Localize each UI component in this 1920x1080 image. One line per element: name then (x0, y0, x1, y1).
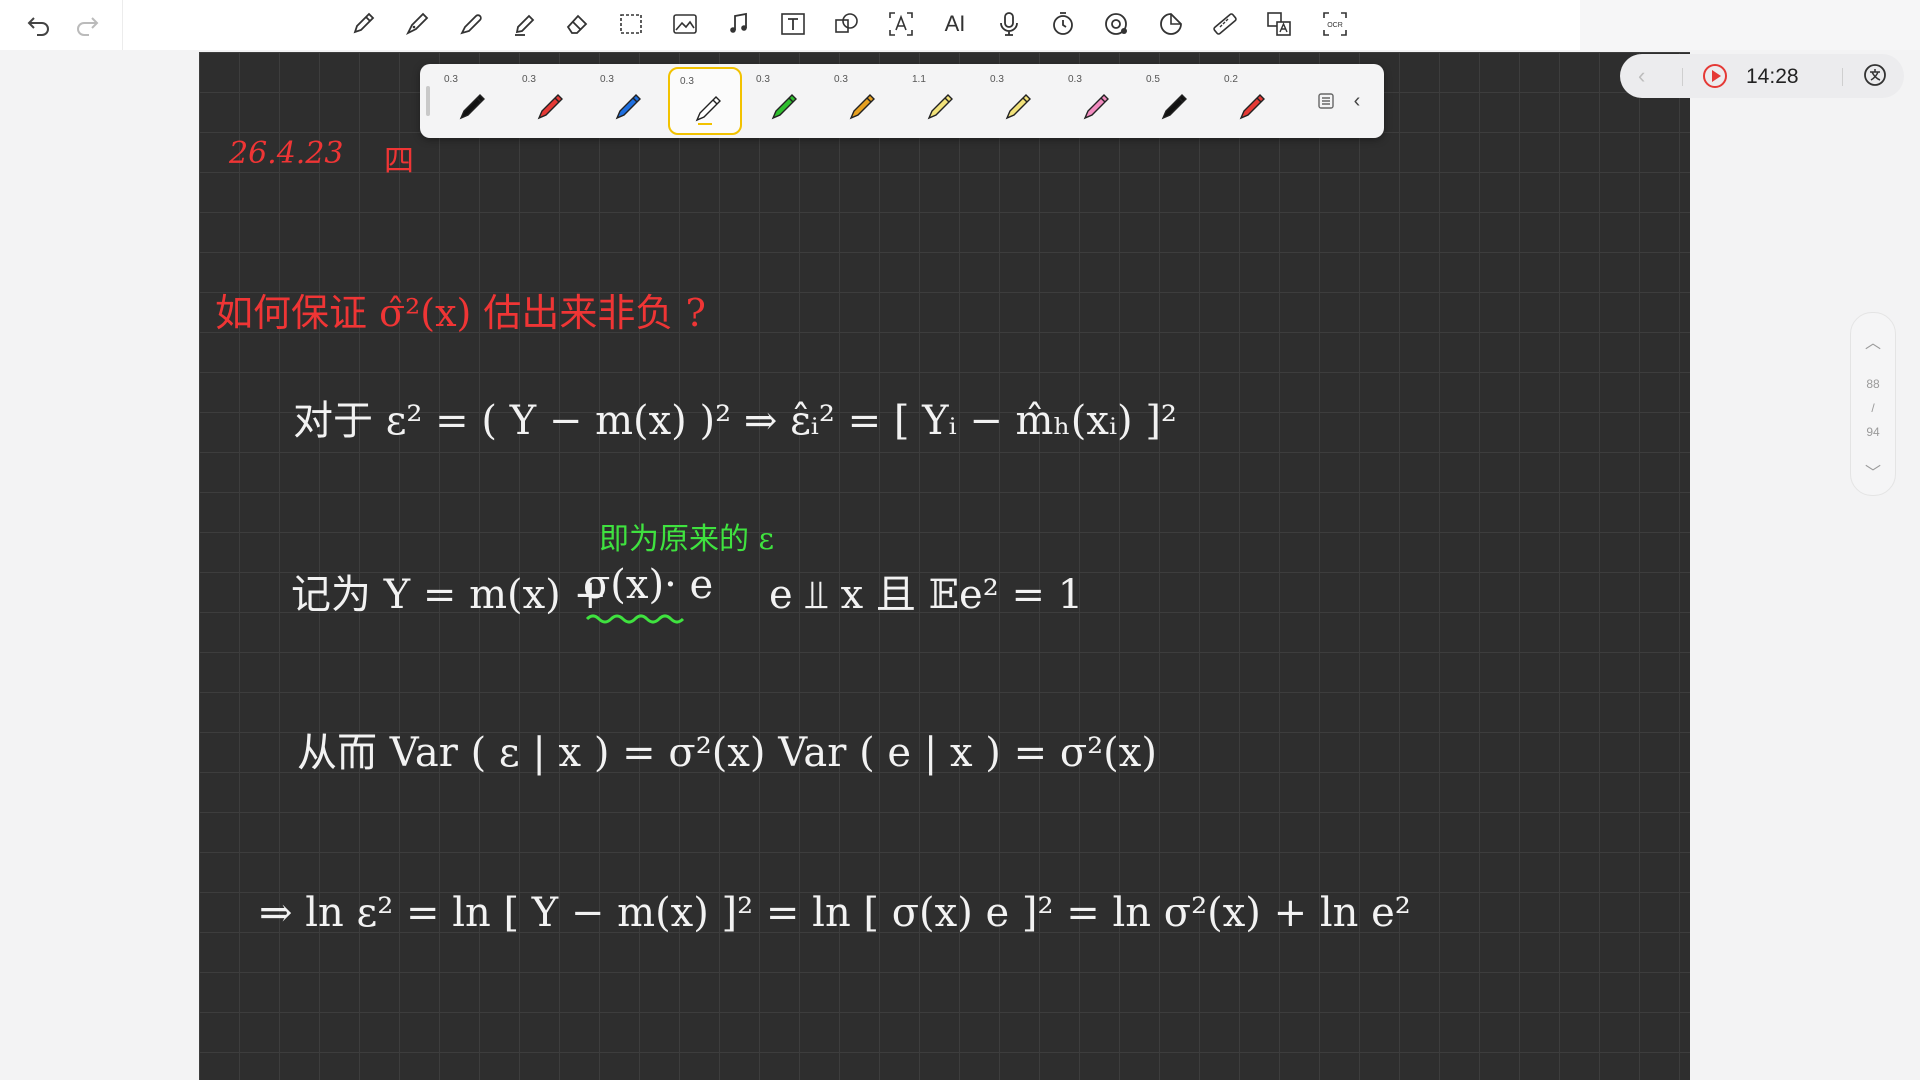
pen-size-label: 0.3 (756, 74, 770, 85)
music-icon[interactable] (722, 7, 756, 41)
note-line-2a: 记为 Y = m(x) + (291, 572, 607, 618)
pen-size-label: 0.3 (522, 74, 536, 85)
palette-collapse-chevron-icon[interactable]: ‹ (1345, 86, 1369, 116)
microphone-icon[interactable] (992, 7, 1026, 41)
green-squiggle-underline (585, 614, 685, 624)
pen-size-label: 0.2 (1224, 74, 1238, 85)
pen-icon (1083, 94, 1109, 120)
rec-divider (1842, 68, 1843, 86)
recorder-icon[interactable] (1100, 7, 1134, 41)
pen-preset-6[interactable]: 0.3 (824, 67, 898, 135)
note-date: 26.4.23 (229, 136, 344, 171)
ballpoint-pen-icon[interactable] (454, 7, 488, 41)
pen-preset-7[interactable]: 1.1 (902, 67, 976, 135)
rec-divider (1682, 68, 1683, 86)
note-weekday: 四 (384, 144, 414, 179)
ocr-scan-icon[interactable]: OCR (1318, 7, 1352, 41)
pen-preset-4[interactable]: 0.3 (668, 67, 742, 135)
undo-icon[interactable] (22, 7, 56, 41)
play-recording-icon[interactable] (1703, 64, 1727, 88)
timer-icon[interactable] (1046, 7, 1080, 41)
ocr-label: OCR (1327, 22, 1343, 29)
note-line-3: 从而 Var ( ε | x ) = σ²(x) Var ( e | x ) =… (297, 730, 1157, 776)
current-page: 88 (1866, 377, 1880, 391)
pen-preset-2[interactable]: 0.3 (512, 67, 586, 135)
pen-size-label: 0.3 (600, 74, 614, 85)
ruler-icon[interactable] (1208, 7, 1242, 41)
pen-icon (615, 94, 641, 120)
pen-icon (459, 94, 485, 120)
note-question: 如何保证 σ̂²(x) 估出来非负 ? (215, 291, 706, 335)
pen-preset-1[interactable]: 0.3 (434, 67, 508, 135)
fountain-pen-icon[interactable] (400, 7, 434, 41)
toolbar-right-panel (1580, 0, 1920, 50)
top-toolbar: AI OCR (0, 0, 1920, 50)
pen-size-label: 0.3 (444, 74, 458, 85)
note-green-annotation: 即为原来的 ε (599, 522, 775, 557)
pen-icon (927, 94, 953, 120)
pen-size-label: 1.1 (912, 74, 926, 85)
note-line-2b: σ(x)· e (583, 562, 714, 608)
note-canvas[interactable]: 26.4.23 四 如何保证 σ̂²(x) 估出来非负 ? 对于 ε² = ( … (199, 52, 1690, 1080)
sticker-icon[interactable] (1154, 7, 1188, 41)
palette-settings-icon[interactable] (1313, 88, 1339, 114)
toolbar-divider (122, 0, 123, 50)
ai-icon[interactable]: AI (938, 7, 972, 41)
eraser-icon[interactable] (560, 7, 594, 41)
text-box-icon[interactable] (776, 7, 810, 41)
pen-size-label: 0.3 (1068, 74, 1082, 85)
pen-icon (537, 94, 563, 120)
pen-icon (849, 94, 875, 120)
pen-size-label: 0.3 (680, 76, 694, 87)
image-icon[interactable] (668, 7, 702, 41)
pen-icon (1239, 94, 1265, 120)
translate-icon[interactable] (1262, 7, 1296, 41)
page-up-chevron-icon[interactable]: ︿ (1851, 329, 1895, 353)
pen-preset-10[interactable]: 0.5 (1136, 67, 1210, 135)
pen-icon (771, 94, 797, 120)
page-separator: / (1871, 401, 1875, 415)
palette-drag-handle[interactable] (426, 86, 430, 116)
lasso-select-icon[interactable] (614, 7, 648, 41)
ocr-text-icon[interactable] (884, 7, 918, 41)
redo-icon[interactable] (70, 7, 104, 41)
page-navigator: ︿ 88 / 94 ﹀ (1850, 312, 1896, 496)
pen-preset-9[interactable]: 0.3 (1058, 67, 1132, 135)
pen-icon (1161, 94, 1187, 120)
pen-preset-5[interactable]: 0.3 (746, 67, 820, 135)
translate-settings-icon[interactable] (1862, 62, 1888, 94)
recording-time: 14:28 (1746, 65, 1799, 88)
total-pages: 94 (1866, 425, 1880, 439)
pen-icon (1005, 94, 1031, 120)
note-line-2c: e ⫫ x 且 𝔼e² = 1 (769, 572, 1084, 618)
recording-controls: ‹ 14:28 (1620, 54, 1904, 98)
pen-preset-11[interactable]: 0.2 (1214, 67, 1288, 135)
pen-preset-8[interactable]: 0.3 (980, 67, 1054, 135)
pen-size-label: 0.5 (1146, 74, 1160, 85)
previous-chevron-icon[interactable]: ‹ (1638, 63, 1645, 89)
pen-size-label: 0.3 (834, 74, 848, 85)
shape-icon[interactable] (830, 7, 864, 41)
highlighter-icon[interactable] (508, 7, 542, 41)
page-down-chevron-icon[interactable]: ﹀ (1851, 459, 1895, 483)
note-line-1: 对于 ε² = ( Y − m(x) )² ⇒ ε̂ᵢ² = [ Yᵢ − m̂… (293, 398, 1177, 444)
pen-icon (695, 96, 721, 125)
pen-preset-3[interactable]: 0.3 (590, 67, 664, 135)
pen-palette: 0.3 0.3 0.3 0.3 0.3 0.3 1.1 0.3 0.3 0.5 0.2 ‹ (420, 64, 1384, 138)
pen-size-label: 0.3 (990, 74, 1004, 85)
pencil-icon[interactable] (346, 7, 380, 41)
note-line-4: ⇒ ln ε² = ln [ Y − m(x) ]² = ln [ σ(x) e… (259, 890, 1411, 936)
